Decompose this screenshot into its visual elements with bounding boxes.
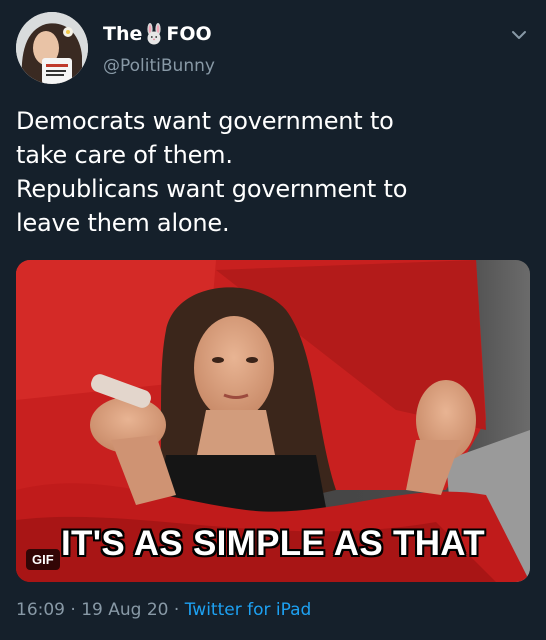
author-handle[interactable]: @PolitiBunny xyxy=(103,56,215,76)
avatar[interactable] xyxy=(16,12,88,84)
meta-separator: · xyxy=(173,600,180,620)
bunny-emoji-icon xyxy=(143,23,165,45)
meta-separator: · xyxy=(70,600,76,620)
gif-badge: GIF xyxy=(26,549,60,570)
author-name-suffix: FOO xyxy=(166,23,212,45)
tweet-source-link[interactable]: Twitter for iPad xyxy=(185,600,312,620)
tweet-date[interactable]: 19 Aug 20 xyxy=(81,600,168,620)
author-name-prefix: The xyxy=(103,23,143,45)
tweet-time[interactable]: 16:09 xyxy=(16,600,65,620)
tweet-text-line: Republicans want government to xyxy=(16,175,408,203)
gif-caption: IT'S AS SIMPLE AS THAT xyxy=(61,524,485,563)
tweet-text-line: leave them alone. xyxy=(16,209,230,237)
tweet-card: The FOO @PolitiBunny Democrats want gove… xyxy=(0,0,546,640)
author-name[interactable]: The FOO xyxy=(103,22,212,46)
tweet-text-line: take care of them. xyxy=(16,141,233,169)
tweet-text-line: Democrats want government to xyxy=(16,107,394,135)
tweet-meta: 16:09 · 19 Aug 20 · Twitter for iPad xyxy=(16,600,311,620)
gif-media[interactable]: IT'S AS SIMPLE AS THAT GIF xyxy=(16,260,530,582)
tweet-text: Democrats want government to take care o… xyxy=(16,104,530,240)
chevron-down-icon[interactable] xyxy=(510,26,528,44)
